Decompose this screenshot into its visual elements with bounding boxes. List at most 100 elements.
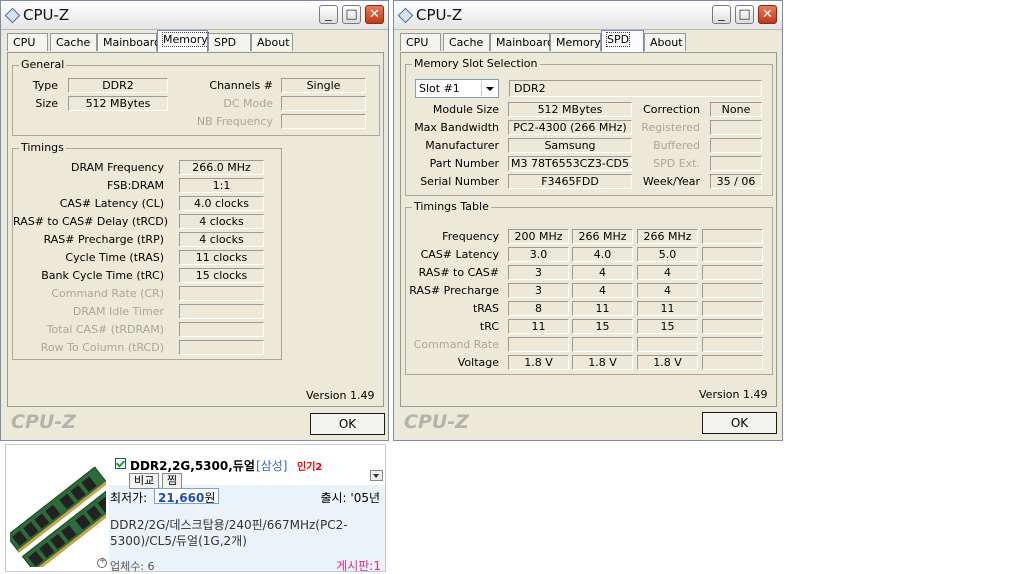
- memory-slot-group: Memory Slot Selection Slot #1 DDR2 Modul…: [405, 57, 773, 196]
- timings-row-label: tRC: [479, 320, 499, 333]
- timings-cell: 8: [508, 301, 569, 316]
- ok-button[interactable]: OK: [702, 412, 777, 434]
- tab-memory[interactable]: Memory: [157, 30, 209, 52]
- price-row: 최저가: 21,660원 출시: '05년: [109, 485, 385, 511]
- vendor-count[interactable]: 업체수: 6: [110, 558, 155, 574]
- tab-cpu[interactable]: CPU: [400, 33, 441, 51]
- tab-cpu[interactable]: CPU: [7, 33, 48, 51]
- tab-about[interactable]: About: [644, 33, 686, 51]
- week-year-label: Week/Year: [642, 175, 700, 188]
- timings-row-label: Command Rate: [413, 338, 499, 351]
- title-bar[interactable]: CPU-Z _ □ ✕: [394, 1, 782, 30]
- timings-cell: 15: [637, 319, 698, 334]
- timings-cell: 15: [572, 319, 633, 334]
- tab-memory[interactable]: Memory: [550, 33, 601, 51]
- timings-cell: [702, 229, 763, 244]
- nb-frequency-value: [281, 114, 366, 129]
- tab-spd[interactable]: SPD: [601, 30, 644, 52]
- timings-legend: Timings: [19, 141, 66, 154]
- minimize-button[interactable]: _: [319, 5, 338, 24]
- slot-select-value: Slot #1: [419, 82, 460, 95]
- zoom-in-icon[interactable]: [97, 556, 107, 568]
- timings-cell: 4.0: [572, 247, 633, 262]
- tab-mainboard[interactable]: Mainboard: [97, 33, 161, 51]
- release-date: 출시: '05년: [320, 491, 380, 505]
- part-number-label: Part Number: [429, 157, 499, 170]
- ram-module-image[interactable]: [10, 455, 106, 567]
- cpuz-app-icon: [4, 7, 21, 24]
- timings-cell: 4: [637, 283, 698, 298]
- tab-about[interactable]: About: [251, 33, 293, 51]
- week-year-value: 35 / 06: [710, 174, 762, 189]
- spd-ext-label: SPD Ext.: [653, 157, 700, 170]
- spd-ext-value: [710, 156, 762, 171]
- max-bandwidth-label: Max Bandwidth: [414, 121, 499, 134]
- timings-cell: 266 MHz: [637, 229, 698, 244]
- timings-table-legend: Timings Table: [412, 200, 491, 213]
- channels-label: Channels #: [209, 79, 273, 92]
- general-group: General Type DDR2 Size 512 MBytes Channe…: [12, 58, 380, 136]
- minimize-button[interactable]: _: [712, 5, 731, 24]
- timings-cell: [702, 247, 763, 262]
- popularity-badge: 인기2: [297, 462, 323, 473]
- close-button[interactable]: ✕: [365, 5, 384, 24]
- tab-spd[interactable]: SPD: [208, 33, 251, 51]
- ok-button[interactable]: OK: [310, 413, 385, 435]
- timings-group: Timings DRAM Frequency 266.0 MHz FSB:DRAM 1…: [12, 141, 282, 360]
- close-button[interactable]: ✕: [758, 5, 777, 24]
- chevron-down-icon[interactable]: [481, 81, 497, 96]
- nb-frequency-label: NB Frequency: [196, 115, 273, 128]
- chevron-down-icon[interactable]: [370, 470, 383, 481]
- timings-cell: 266 MHz: [572, 229, 633, 244]
- timing-label: RAS# Precharge (tRP): [43, 233, 164, 246]
- size-label: Size: [35, 97, 58, 110]
- timings-row-label: CAS# Latency: [420, 248, 499, 261]
- timings-row-label: Frequency: [442, 230, 499, 243]
- correction-label: Correction: [643, 103, 700, 116]
- title-bar[interactable]: CPU-Z _ □ ✕: [1, 1, 388, 30]
- timings-cell: [702, 355, 763, 370]
- lowest-price-box[interactable]: 21,660원: [154, 488, 220, 505]
- product-spec: DDR2/2G/데스크탑용/240핀/667MHz(PC2-5300)/CL5/…: [110, 518, 348, 548]
- timings-cell: [702, 301, 763, 316]
- window-title: CPU-Z: [416, 6, 463, 24]
- timings-cell: [572, 337, 633, 352]
- dc-mode-label: DC Mode: [223, 97, 273, 110]
- slot-select[interactable]: Slot #1: [415, 79, 499, 98]
- version-label: Version 1.49: [699, 388, 768, 401]
- tab-cache[interactable]: Cache: [50, 33, 97, 51]
- memory-panel: General Type DDR2 Size 512 MBytes Channe…: [7, 52, 384, 407]
- timings-cell: 11: [637, 301, 698, 316]
- timings-cell: 3.0: [508, 247, 569, 262]
- timings-cell: 4: [572, 265, 633, 280]
- timing-value: 4 clocks: [179, 214, 264, 229]
- compare-checkbox[interactable]: [115, 458, 126, 469]
- timing-value: [179, 286, 264, 301]
- maximize-button[interactable]: □: [342, 5, 361, 24]
- lowest-price-value: 21,660: [158, 491, 205, 505]
- module-size-value: 512 MBytes: [508, 102, 632, 117]
- product-footer: 업체수: 6 게시판:1: [97, 555, 385, 574]
- registered-value: [710, 120, 762, 135]
- timings-cell: 5.0: [637, 247, 698, 262]
- timing-value: [179, 322, 264, 337]
- timing-value: 15 clocks: [179, 268, 264, 283]
- timing-label: RAS# to CAS# Delay (tRCD): [13, 215, 169, 228]
- timings-row-label: Voltage: [457, 356, 499, 369]
- product-brand[interactable]: [삼성]: [256, 457, 287, 474]
- timing-label: DRAM Frequency: [70, 161, 164, 174]
- tab-mainboard[interactable]: Mainboard: [490, 33, 554, 51]
- board-link[interactable]: 게시판:1: [336, 557, 381, 574]
- timings-cell: 3: [508, 265, 569, 280]
- product-card: DDR2,2G,5300,듀얼 [삼성] 인기2 비교 찜 최저가: 21,66…: [5, 444, 386, 574]
- timings-cell: 1.8 V: [572, 355, 633, 370]
- timings-cell: 3: [508, 283, 569, 298]
- dc-mode-value: [281, 96, 366, 111]
- product-name[interactable]: DDR2,2G,5300,듀얼: [130, 457, 255, 474]
- timings-cell: [702, 319, 763, 334]
- tab-cache[interactable]: Cache: [443, 33, 490, 51]
- maximize-button[interactable]: □: [735, 5, 754, 24]
- buffered-value: [710, 138, 762, 153]
- timings-table-group: Timings Table Frequency 200 MHz 266 MHz 266…: [405, 200, 773, 375]
- cpuz-footer-logo: CPU-Z: [11, 411, 76, 433]
